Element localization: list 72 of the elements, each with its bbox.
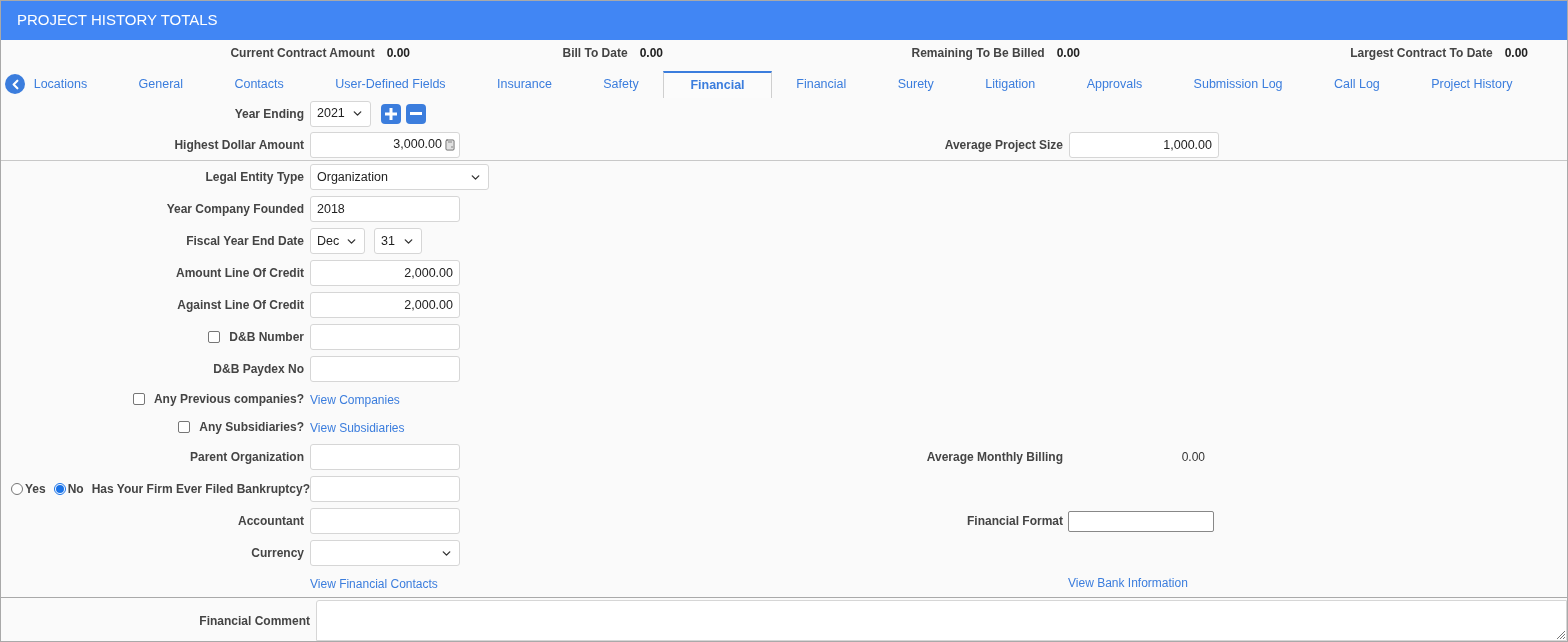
tab[interactable]: Litigation [959, 71, 1061, 98]
field-label: Average Monthly Billing [925, 449, 1063, 466]
link[interactable]: View Bank Information [1068, 574, 1188, 592]
field-label: Parent Organization [189, 449, 304, 466]
input-field[interactable]: 1,000.00 [1069, 131, 1219, 158]
field-label: D&B Number [229, 329, 304, 346]
radio-button[interactable] [53, 483, 66, 495]
field-label: Average Project Size [944, 136, 1063, 154]
input-field[interactable]: 3,000.00 [310, 131, 460, 158]
field-label: Financial Format [965, 513, 1063, 530]
tab[interactable]: Project History [1405, 71, 1539, 98]
field-label: D&B Paydex No [213, 361, 304, 378]
link[interactable]: View Financial Contacts [310, 577, 438, 591]
field-label: Year Company Founded [166, 201, 304, 218]
total-value: 0.00 [1056, 45, 1080, 62]
total-label: Largest Contract To Date [1350, 45, 1493, 62]
resize-grip-icon[interactable] [1554, 628, 1566, 640]
minus-icon [410, 112, 422, 115]
tab[interactable]: Insurance [471, 71, 578, 98]
tab[interactable]: Surety [872, 71, 960, 98]
total-value: 0.00 [386, 45, 410, 62]
tab[interactable]: Submission Log [1167, 71, 1309, 98]
field-label: Against Line Of Credit [177, 297, 304, 314]
dropdown[interactable]: Organization [310, 164, 489, 190]
back-icon[interactable] [5, 74, 25, 94]
checkbox[interactable] [178, 421, 191, 433]
radio-label: Yes [25, 481, 46, 498]
dropdown[interactable]: Dec [310, 228, 365, 254]
field-label: Financial Comment [199, 612, 310, 630]
tab[interactable]: Call Log [1308, 71, 1406, 98]
link[interactable]: View Companies [310, 393, 400, 407]
calculator-icon[interactable] [444, 138, 456, 151]
total-value: 0.00 [1504, 45, 1528, 62]
field-label: Highest Dollar Amount [174, 136, 304, 154]
field-value: 0.00 [1180, 449, 1206, 466]
tab[interactable]: General [112, 71, 209, 98]
checkbox[interactable] [208, 331, 221, 343]
tab[interactable]: Approvals [1060, 71, 1168, 98]
radio-button[interactable] [11, 483, 23, 495]
field-label: Legal Entity Type [205, 169, 304, 186]
total-label: Current Contract Amount [230, 45, 375, 62]
link[interactable]: View Subsidiaries [310, 421, 405, 435]
total-label: Bill To Date [562, 45, 628, 62]
tab[interactable]: Financial [770, 71, 872, 98]
remove-button[interactable] [406, 103, 426, 124]
tab[interactable]: Safety [577, 71, 665, 98]
dropdown[interactable]: 31 [374, 228, 422, 254]
add-button[interactable] [381, 103, 401, 124]
field-label: Any Previous companies? [153, 391, 304, 408]
tab[interactable]: Locations [8, 71, 113, 98]
radio-label: No [67, 481, 84, 498]
field-label: Any Subsidiaries? [199, 419, 304, 436]
input-field[interactable]: 2,000.00 [310, 260, 460, 286]
dropdown[interactable]: 2021 [310, 100, 371, 127]
input-field[interactable] [1068, 510, 1214, 532]
checkbox[interactable] [132, 393, 145, 405]
tab[interactable]: Contacts [208, 71, 310, 98]
tab[interactable]: Financial [663, 71, 772, 98]
field-label: Currency [251, 545, 304, 562]
comment-field[interactable] [316, 600, 1567, 641]
field-label: Year Ending [234, 105, 304, 123]
total-value: 0.00 [639, 45, 663, 62]
field-label: Amount Line Of Credit [176, 265, 304, 282]
input-field[interactable]: 2,000.00 [310, 292, 460, 318]
field-label: Fiscal Year End Date [186, 233, 304, 250]
plus-icon [385, 107, 397, 120]
input-field[interactable]: 2018 [310, 196, 460, 222]
tab[interactable]: User-Defined Fields [309, 71, 472, 98]
field-label: Accountant [238, 513, 304, 530]
total-label: Remaining To Be Billed [911, 45, 1045, 62]
field-label: Has Your Firm Ever Filed Bankruptcy? [91, 481, 310, 498]
window-title: PROJECT HISTORY TOTALS [17, 10, 218, 31]
